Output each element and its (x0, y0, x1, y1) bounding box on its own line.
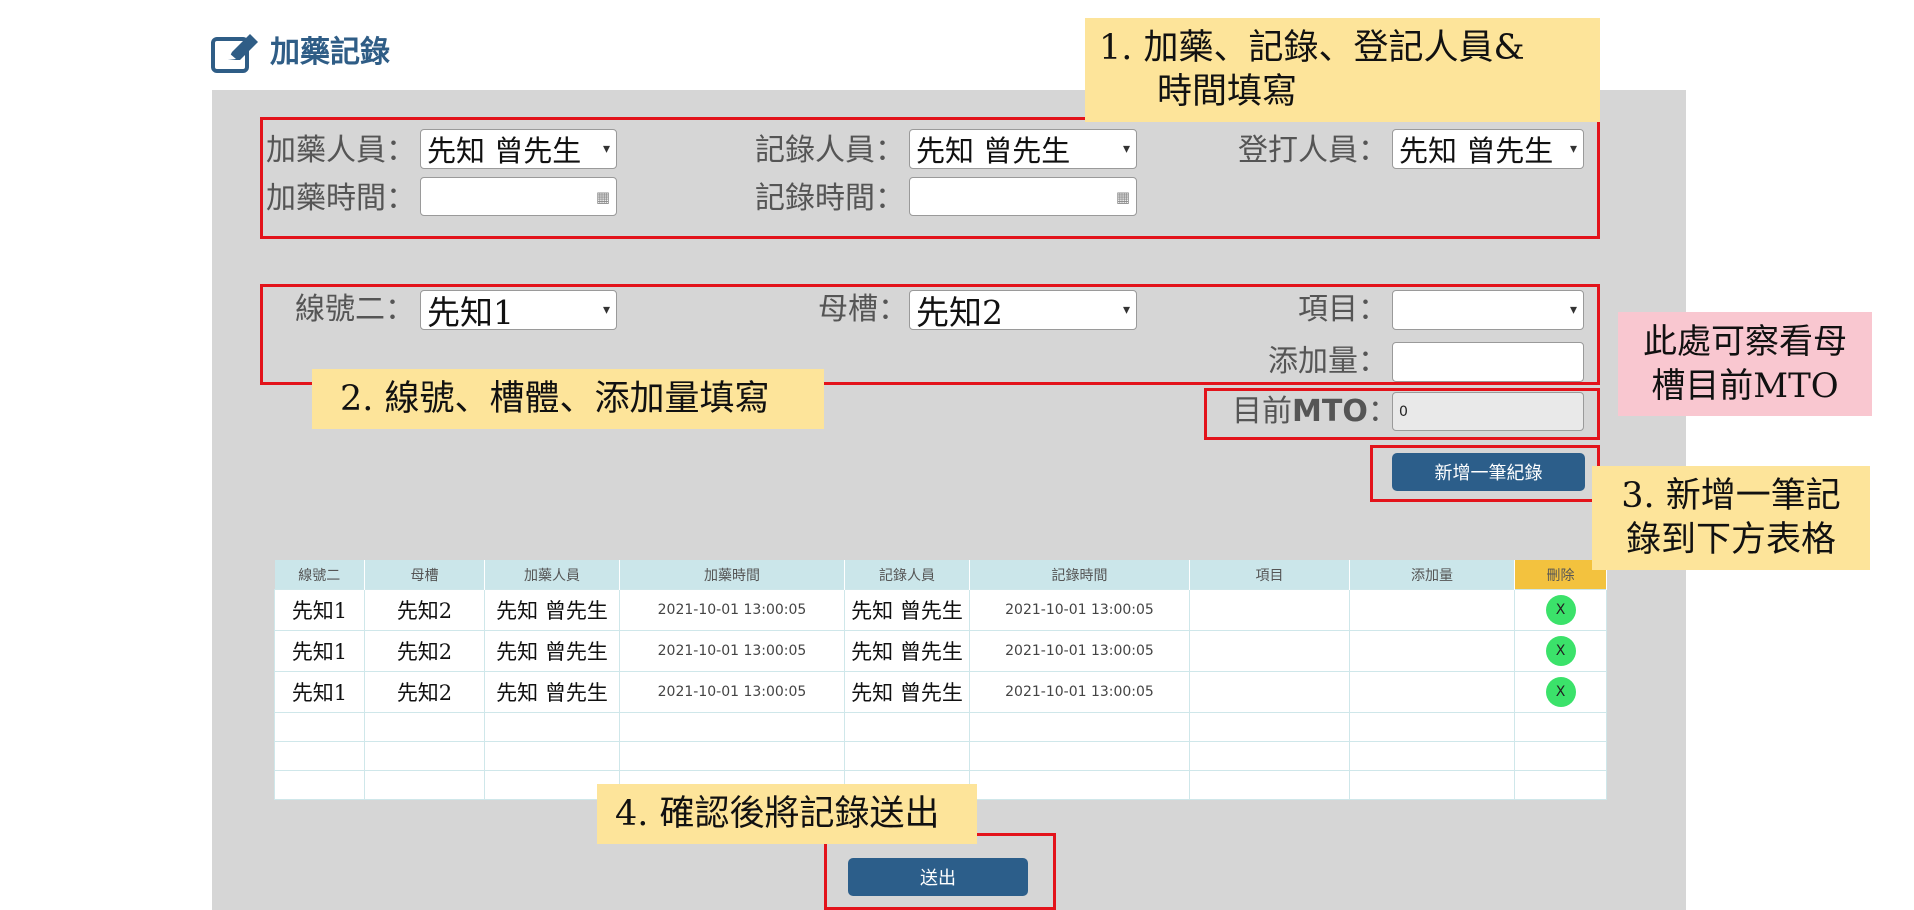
cell-dosing-person: 先知 曾先生 (484, 671, 620, 713)
cell-item (1189, 589, 1350, 631)
note-step3-line1: 3. 新增一筆記 (1621, 476, 1841, 516)
table-row-empty (274, 741, 1607, 771)
col-header-recorder: 記錄人員 (844, 560, 970, 590)
cell-delete: X (1514, 671, 1607, 713)
note-mto: 此處可察看母 槽目前MTO (1618, 312, 1872, 416)
cell-delete: X (1514, 589, 1607, 631)
note-step2: 2. 線號、槽體、添加量填寫 (312, 369, 824, 429)
cell-recorder: 先知 曾先生 (844, 589, 970, 631)
cell-delete: X (1514, 630, 1607, 672)
col-header-item: 項目 (1189, 560, 1350, 590)
col-header-dosing-time: 加藥時間 (619, 560, 845, 590)
table-row: 先知1 先知2 先知 曾先生 2021-10-01 13:00:05 先知 曾先… (274, 589, 1607, 631)
page-title: 加藥記錄 (270, 35, 390, 70)
col-header-line: 線號二 (274, 560, 365, 590)
note-step3-line2: 錄到下方表格 (1625, 520, 1836, 560)
cell-tank: 先知2 (364, 630, 485, 672)
edit-icon (210, 32, 260, 74)
record-table: 線號二 母槽 加藥人員 加藥時間 記錄人員 記錄時間 項目 添加量 刪除 先知1… (274, 560, 1607, 800)
cell-dosing-time: 2021-10-01 13:00:05 (619, 630, 845, 672)
delete-row-button[interactable]: X (1545, 595, 1576, 625)
delete-row-button[interactable]: X (1545, 636, 1576, 666)
cell-line: 先知1 (274, 671, 365, 713)
cell-record-time: 2021-10-01 13:00:05 (969, 630, 1190, 672)
note-mto-line2: 槽目前MTO (1651, 366, 1839, 406)
cell-line: 先知1 (274, 630, 365, 672)
cell-dosing-time: 2021-10-01 13:00:05 (619, 589, 845, 631)
note-step4: 4. 確認後將記錄送出 (597, 784, 977, 844)
cell-record-time: 2021-10-01 13:00:05 (969, 589, 1190, 631)
col-header-record-time: 記錄時間 (969, 560, 1190, 590)
cell-amount (1349, 589, 1515, 631)
delete-row-button[interactable]: X (1545, 677, 1576, 707)
cell-tank: 先知2 (364, 671, 485, 713)
cell-line: 先知1 (274, 589, 365, 631)
cell-amount (1349, 630, 1515, 672)
note-step1-line1: 1. 加藥、記錄、登記人員& (1099, 28, 1525, 68)
cell-amount (1349, 671, 1515, 713)
annotation-box-staff (260, 117, 1600, 239)
col-header-dosing-person: 加藥人員 (484, 560, 620, 590)
cell-item (1189, 630, 1350, 672)
col-header-amount: 添加量 (1349, 560, 1515, 590)
note-step1: 1. 加藥、記錄、登記人員& 時間填寫 (1085, 18, 1600, 122)
annotation-box-submit (824, 833, 1056, 910)
table-row: 先知1 先知2 先知 曾先生 2021-10-01 13:00:05 先知 曾先… (274, 671, 1607, 713)
cell-tank: 先知2 (364, 589, 485, 631)
note-step3: 3. 新增一筆記 錄到下方表格 (1592, 466, 1870, 570)
cell-recorder: 先知 曾先生 (844, 671, 970, 713)
annotation-box-mto (1204, 388, 1600, 440)
page-header: 加藥記錄 (210, 28, 390, 78)
cell-recorder: 先知 曾先生 (844, 630, 970, 672)
table-header-row: 線號二 母槽 加藥人員 加藥時間 記錄人員 記錄時間 項目 添加量 刪除 (274, 560, 1607, 590)
cell-item (1189, 671, 1350, 713)
cell-dosing-time: 2021-10-01 13:00:05 (619, 671, 845, 713)
note-mto-line1: 此處可察看母 (1643, 322, 1847, 362)
cell-dosing-person: 先知 曾先生 (484, 589, 620, 631)
cell-dosing-person: 先知 曾先生 (484, 630, 620, 672)
note-step1-line2: 時間填寫 (1157, 72, 1298, 112)
annotation-box-add (1370, 445, 1600, 502)
table-row-empty (274, 712, 1607, 742)
cell-record-time: 2021-10-01 13:00:05 (969, 671, 1190, 713)
col-header-tank: 母槽 (364, 560, 485, 590)
table-row: 先知1 先知2 先知 曾先生 2021-10-01 13:00:05 先知 曾先… (274, 630, 1607, 672)
